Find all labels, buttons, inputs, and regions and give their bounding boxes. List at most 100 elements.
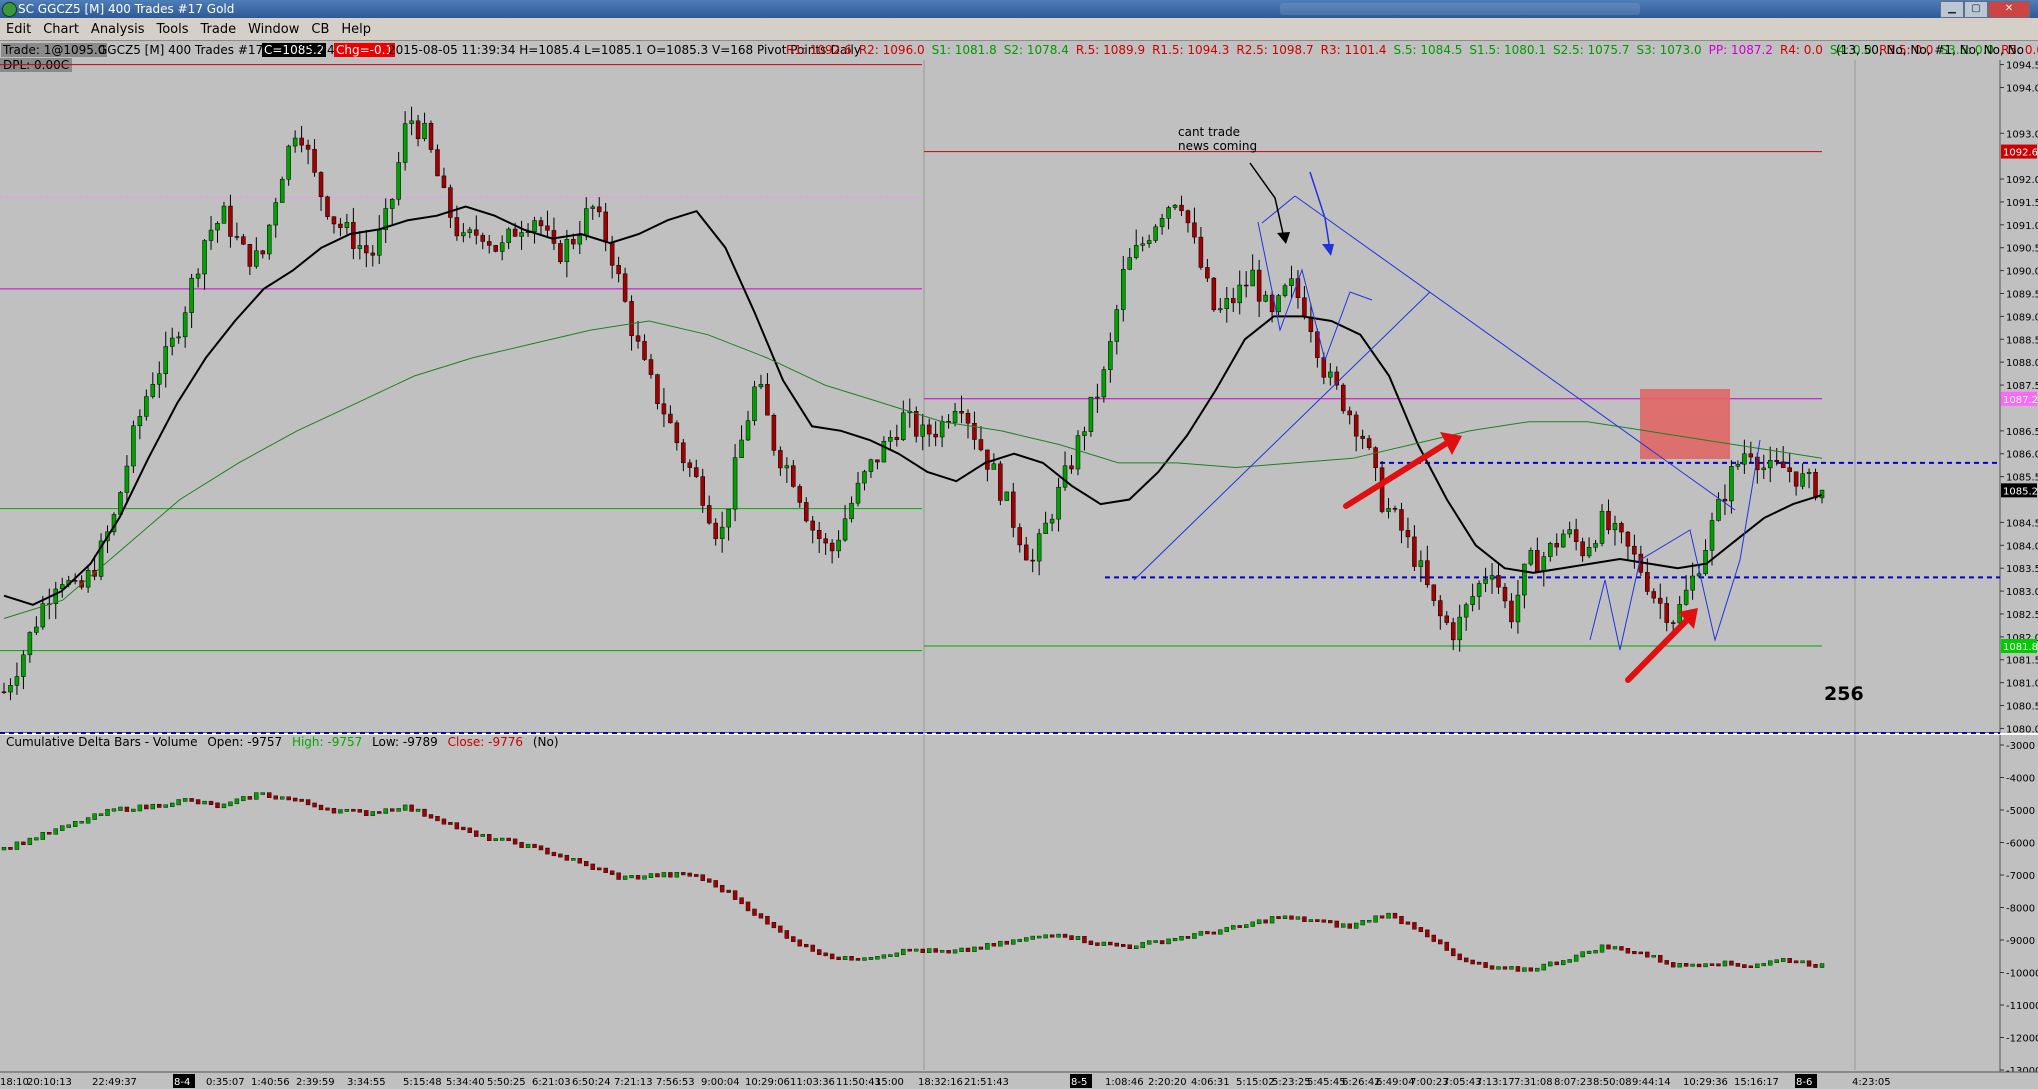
cd-bar (144, 804, 149, 810)
cd-study-header: Cumulative Delta Bars - Volume Open: -97… (6, 735, 565, 749)
candle-body (396, 162, 401, 200)
time-label: 7:21:13 (614, 1077, 653, 1088)
time-label: 2:20:20 (1148, 1077, 1187, 1088)
candle-body (299, 137, 304, 146)
price-tick-label: 1085.5 (2006, 473, 2038, 484)
time-label: 9:44:14 (1632, 1077, 1671, 1088)
candle-body (998, 463, 1003, 501)
cd-bar (493, 838, 498, 841)
cd-bar (655, 873, 660, 878)
cd-bar (267, 792, 272, 798)
price-chart[interactable]: 1094.5 1094.0 1093.0 1092.0 1091.5 1091.0 1090… (0, 0, 2038, 1089)
cd-bar (926, 948, 932, 953)
cd-bar (402, 804, 408, 811)
cd-bar (247, 796, 253, 800)
candle-body (1522, 563, 1527, 596)
cd-bar (1399, 916, 1404, 925)
candle-body (913, 411, 919, 437)
candle-body (829, 542, 835, 552)
time-label: 1:08:46 (1105, 1077, 1144, 1088)
cd-bar (215, 802, 220, 809)
cd-tick-label: -6000 (2006, 839, 2035, 850)
candle-body (668, 413, 673, 424)
candle-body (629, 301, 634, 337)
cd-bar (1211, 931, 1217, 935)
cd-bar (901, 948, 906, 956)
cd-bar (383, 808, 388, 814)
candle-body (1761, 467, 1767, 471)
cd-bar (1632, 951, 1637, 955)
cd-bar (519, 842, 524, 848)
candle-body (1625, 531, 1631, 547)
candle-body (21, 654, 26, 677)
candle-body (461, 232, 466, 237)
cd-bar (1444, 941, 1449, 951)
cd-bar (616, 872, 621, 880)
candle-body (402, 123, 408, 163)
candle-body (228, 205, 233, 237)
price-axis: 1094.5 1094.0 1093.0 1092.0 1091.5 1091.0 1090… (1999, 60, 2038, 1089)
cd-bar (40, 832, 46, 840)
candle-body (486, 241, 492, 246)
time-label: 8-5 (1071, 1077, 1087, 1088)
candle-body (1056, 486, 1061, 520)
cd-bar (506, 837, 511, 842)
candle-body (1276, 295, 1281, 313)
cd-bar (1373, 915, 1378, 923)
cd-bar (1709, 963, 1715, 966)
cd-bar (92, 813, 97, 820)
cd-bar (118, 806, 123, 811)
candle-body (603, 211, 608, 243)
candle-body (441, 175, 447, 188)
candle-body (1373, 447, 1378, 469)
red-arrow-1 (1343, 440, 1450, 509)
cumulative-delta-bars (1, 792, 1825, 972)
cd-bar (1476, 961, 1482, 965)
candle-body (1612, 523, 1618, 531)
candle-body (706, 505, 712, 524)
cd-bar (862, 957, 867, 961)
candle-body (1399, 509, 1404, 531)
candle-body (1243, 284, 1249, 287)
cd-bar (1451, 948, 1456, 957)
cd-bar (1179, 936, 1184, 941)
time-label: 6:50:24 (572, 1077, 611, 1088)
cd-bar (1768, 960, 1773, 966)
cd-bar (461, 826, 466, 831)
cd-bar (1366, 919, 1372, 923)
candle-body (939, 420, 945, 438)
candle-body (1800, 473, 1805, 487)
cd-bar (221, 803, 227, 809)
cd-bar (415, 808, 421, 812)
cd-bar (778, 925, 783, 933)
candle-body (428, 122, 434, 150)
time-label: 5:34:40 (446, 1077, 485, 1088)
candle-body (512, 228, 518, 237)
cd-bar (1418, 927, 1424, 933)
candle-body (338, 223, 343, 228)
pivot-levels (0, 64, 2000, 734)
cd-bar (603, 867, 608, 873)
candle-body (1017, 527, 1023, 546)
candle-body (435, 149, 440, 177)
candle-body (661, 403, 667, 415)
candle-body (1023, 544, 1029, 561)
time-label: 7:56:53 (656, 1077, 695, 1088)
cd-bar (1573, 954, 1579, 962)
cd-bar (1638, 951, 1644, 955)
price-tick-label: 1086.0 (2006, 450, 2038, 461)
cd-bar (732, 890, 738, 900)
candle-body (1418, 560, 1424, 567)
cd-bar (804, 943, 809, 948)
cd-tick-label: -5000 (2006, 806, 2035, 817)
cd-bar (202, 800, 207, 805)
cd-bar (1561, 960, 1566, 966)
candle-body (493, 245, 498, 252)
price-tick-label: 1080.5 (2006, 702, 2038, 713)
candle-body (376, 229, 382, 256)
cd-bar (474, 830, 479, 837)
cd-bar (584, 861, 589, 867)
cd-bar (1302, 916, 1307, 922)
cd-bar (1567, 959, 1572, 963)
candle-body (202, 240, 207, 275)
